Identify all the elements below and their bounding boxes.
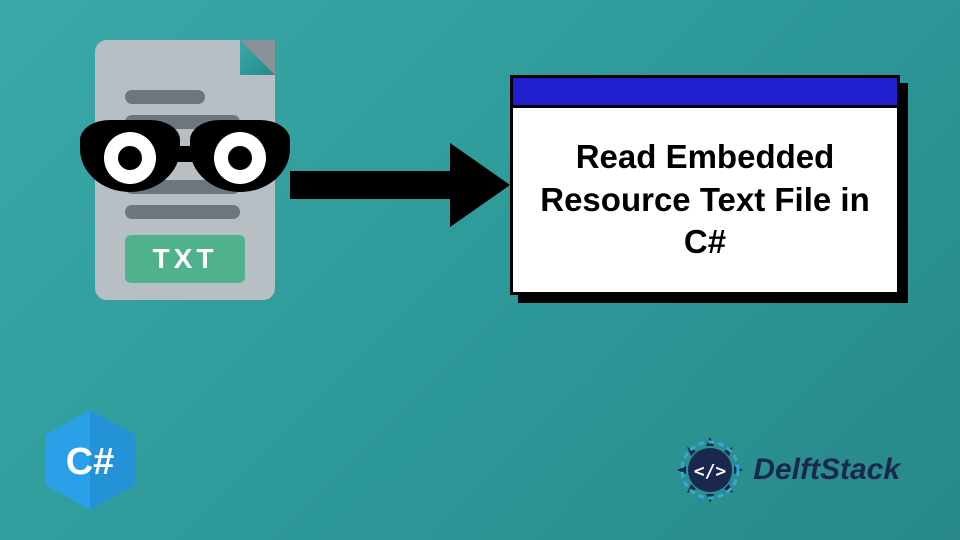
delft-logo: </> DelftStack bbox=[675, 435, 900, 505]
file-fold bbox=[240, 40, 275, 75]
pupil bbox=[118, 146, 142, 170]
arrow-shaft bbox=[290, 171, 455, 199]
eye-left-icon bbox=[80, 120, 180, 192]
window-frame: Read Embedded Resource Text File in C# bbox=[510, 75, 900, 295]
delft-emblem-icon: </> bbox=[675, 435, 745, 505]
file-text-line bbox=[125, 90, 205, 104]
delft-brand-text: DelftStack bbox=[753, 453, 900, 487]
arrow-head bbox=[450, 143, 510, 227]
eyes-icon bbox=[80, 120, 290, 195]
csharp-label: C# bbox=[66, 441, 115, 483]
window-titlebar bbox=[513, 78, 897, 108]
pupil bbox=[228, 146, 252, 170]
arrow-icon bbox=[290, 155, 510, 215]
delft-code-label: </> bbox=[694, 461, 727, 482]
txt-badge: TXT bbox=[125, 235, 245, 283]
csharp-hexagon: C# bbox=[45, 410, 135, 510]
txt-label: TXT bbox=[153, 243, 218, 275]
window-content: Read Embedded Resource Text File in C# bbox=[513, 108, 897, 292]
window-box: Read Embedded Resource Text File in C# bbox=[510, 75, 905, 300]
csharp-logo-icon: C# bbox=[45, 410, 135, 510]
file-text-line bbox=[125, 205, 240, 219]
window-title-text: Read Embedded Resource Text File in C# bbox=[533, 136, 877, 265]
eye-right-icon bbox=[190, 120, 290, 192]
txt-file-icon: TXT bbox=[80, 40, 290, 320]
